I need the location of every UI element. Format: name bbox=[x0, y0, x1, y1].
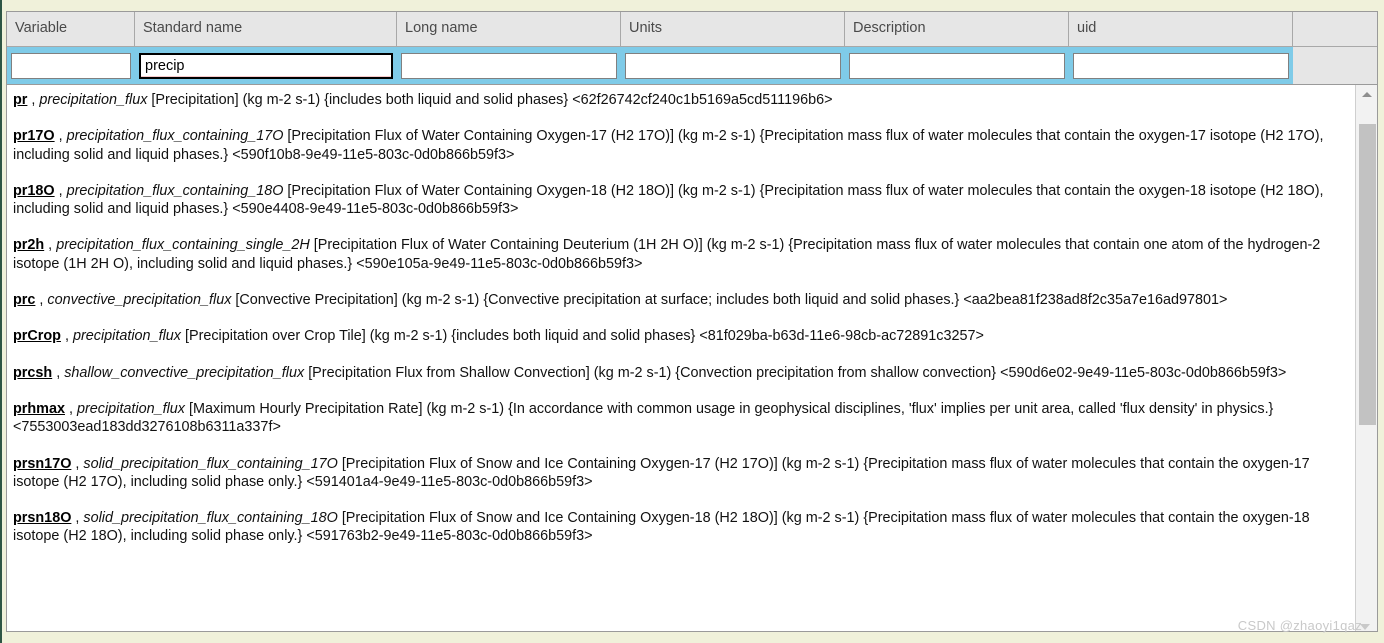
result-standard-name: solid_precipitation_flux_containing_18O bbox=[83, 510, 338, 527]
search-results-list: pr , precipitation_flux [Precipitation] … bbox=[7, 85, 1355, 631]
result-uid: <590e105a-9e49-11e5-803c-0d0b866b59f3> bbox=[356, 255, 643, 272]
result-standard-name: precipitation_flux bbox=[72, 328, 181, 345]
triangle-up-icon bbox=[1362, 92, 1372, 97]
filter-cell-description bbox=[845, 47, 1069, 84]
result-units: (kg m-2 s-1) bbox=[242, 92, 321, 108]
result-standard-name: solid_precipitation_flux_containing_17O bbox=[83, 455, 338, 472]
result-units: (kg m-2 s-1) bbox=[706, 237, 785, 254]
result-long-name: [Precipitation Flux of Water Containing … bbox=[287, 128, 674, 145]
filter-input-long_name[interactable] bbox=[401, 52, 617, 79]
filter-cell-standard_name bbox=[135, 47, 397, 84]
result-long-name: [Precipitation Flux from Shallow Convect… bbox=[308, 364, 590, 381]
variable-grid-header: Variable Standard name Long name Units Descr… bbox=[6, 11, 1378, 84]
result-standard-name: precipitation_flux_containing_single_2H bbox=[56, 237, 310, 254]
result-entry[interactable]: prsn18O , solid_precipitation_flux_conta… bbox=[13, 509, 1349, 546]
result-uid: <aa2bea81f238ad8f2c35a7e16ad97801> bbox=[963, 292, 1228, 309]
result-uid: <591763b2-9e49-11e5-803c-0d0b866b59f3> bbox=[306, 528, 593, 545]
result-description: {Convection precipitation from shallow c… bbox=[675, 364, 997, 381]
result-variable-name: pr18O bbox=[13, 182, 55, 199]
scroll-up-button[interactable] bbox=[1356, 85, 1377, 103]
filter-cell-variable bbox=[7, 47, 135, 84]
result-entry[interactable]: pr17O , precipitation_flux_containing_17… bbox=[13, 127, 1349, 164]
result-units: (kg m-2 s-1) bbox=[678, 182, 756, 199]
result-entry[interactable]: prsn17O , solid_precipitation_flux_conta… bbox=[13, 455, 1349, 492]
scrollbar-thumb[interactable] bbox=[1359, 124, 1376, 426]
result-standard-name: precipitation_flux bbox=[39, 92, 148, 108]
filter-input-units[interactable] bbox=[625, 52, 841, 79]
result-units: (kg m-2 s-1) bbox=[401, 292, 480, 309]
app-window: Variable Standard name Long name Units Descr… bbox=[0, 0, 1384, 643]
window-left-edge-rule bbox=[0, 0, 2, 643]
result-standard-name: precipitation_flux_containing_17O bbox=[66, 128, 284, 145]
filter-cell-long_name bbox=[397, 47, 621, 84]
result-entry[interactable]: prhmax , precipitation_flux [Maximum Hou… bbox=[13, 400, 1349, 437]
result-description: {In accordance with common usage in geop… bbox=[508, 400, 1274, 417]
result-variable-name: pr bbox=[13, 92, 28, 108]
result-long-name: [Precipitation Flux of Snow and Ice Cont… bbox=[341, 510, 778, 527]
result-units: (kg m-2 s-1) bbox=[781, 510, 860, 527]
result-long-name: [Precipitation] bbox=[151, 92, 239, 108]
filter-input-description[interactable] bbox=[849, 52, 1065, 79]
filter-input-uid[interactable] bbox=[1073, 52, 1289, 79]
column-header-row: Variable Standard name Long name Units Descr… bbox=[7, 12, 1377, 46]
result-units: (kg m-2 s-1) bbox=[593, 364, 672, 381]
result-entry[interactable]: prCrop , precipitation_flux [Precipitati… bbox=[13, 327, 1349, 345]
column-header-filler bbox=[1293, 12, 1377, 46]
result-standard-name: precipitation_flux_containing_18O bbox=[66, 182, 284, 199]
column-header-units[interactable]: Units bbox=[621, 12, 845, 46]
result-entry[interactable]: pr2h , precipitation_flux_containing_sin… bbox=[13, 236, 1349, 273]
filter-cell-filler bbox=[1293, 47, 1377, 84]
result-standard-name: precipitation_flux bbox=[76, 400, 185, 417]
result-units: (kg m-2 s-1) bbox=[781, 455, 860, 472]
result-entry[interactable]: pr , precipitation_flux [Precipitation] … bbox=[13, 91, 1349, 109]
result-uid: <590d6e02-9e49-11e5-803c-0d0b866b59f3> bbox=[1000, 364, 1287, 381]
result-long-name: [Maximum Hourly Precipitation Rate] bbox=[188, 400, 423, 417]
result-entry[interactable]: prcsh , shallow_convective_precipitation… bbox=[13, 364, 1349, 382]
result-description: {Convective precipitation at surface; in… bbox=[483, 292, 960, 309]
result-variable-name: prsn18O bbox=[13, 510, 72, 527]
result-variable-name: prcsh bbox=[13, 364, 53, 381]
column-header-description[interactable]: Description bbox=[845, 12, 1069, 46]
result-long-name: [Precipitation Flux of Water Containing … bbox=[287, 182, 674, 199]
result-uid: <590f10b8-9e49-11e5-803c-0d0b866b59f3> bbox=[232, 146, 515, 163]
result-long-name: [Precipitation Flux of Water Containing … bbox=[313, 237, 703, 254]
result-units: (kg m-2 s-1) bbox=[426, 400, 505, 417]
result-units: (kg m-2 s-1) bbox=[678, 128, 756, 145]
result-long-name: [Precipitation over Crop Tile] bbox=[184, 328, 366, 345]
result-variable-name: pr2h bbox=[13, 237, 45, 254]
result-variable-name: prCrop bbox=[13, 328, 61, 345]
result-long-name: [Convective Precipitation] bbox=[235, 292, 398, 309]
filter-input-variable[interactable] bbox=[11, 52, 131, 79]
results-vertical-scrollbar[interactable] bbox=[1355, 85, 1377, 631]
result-description: {includes both liquid and solid phases} bbox=[324, 92, 569, 108]
result-entry[interactable]: pr18O , precipitation_flux_containing_18… bbox=[13, 182, 1349, 219]
result-standard-name: convective_precipitation_flux bbox=[47, 292, 232, 309]
result-entry[interactable]: prc , convective_precipitation_flux [Con… bbox=[13, 291, 1349, 309]
search-results-panel: pr , precipitation_flux [Precipitation] … bbox=[6, 84, 1378, 632]
column-header-standard_name[interactable]: Standard name bbox=[135, 12, 397, 46]
filter-input-standard_name[interactable] bbox=[139, 52, 393, 79]
result-variable-name: prhmax bbox=[13, 400, 65, 417]
filter-cell-units bbox=[621, 47, 845, 84]
result-variable-name: pr17O bbox=[13, 128, 55, 145]
result-uid: <81f029ba-b63d-11e6-98cb-ac72891c3257> bbox=[699, 328, 984, 345]
result-uid: <7553003ead183dd3276108b6311a337f> bbox=[13, 419, 281, 436]
result-variable-name: prsn17O bbox=[13, 455, 72, 472]
column-header-uid[interactable]: uid bbox=[1069, 12, 1293, 46]
result-uid: <591401a4-9e49-11e5-803c-0d0b866b59f3> bbox=[306, 473, 593, 490]
column-header-long_name[interactable]: Long name bbox=[397, 12, 621, 46]
result-standard-name: shallow_convective_precipitation_flux bbox=[64, 364, 305, 381]
result-variable-name: prc bbox=[13, 292, 36, 309]
filter-cell-uid bbox=[1069, 47, 1293, 84]
column-filter-row[interactable] bbox=[7, 46, 1377, 84]
result-uid: <62f26742cf240c1b5169a5cd511196b6> bbox=[572, 92, 833, 108]
column-header-variable[interactable]: Variable bbox=[7, 12, 135, 46]
result-units: (kg m-2 s-1) bbox=[369, 328, 448, 345]
result-uid: <590e4408-9e49-11e5-803c-0d0b866b59f3> bbox=[232, 201, 519, 218]
result-long-name: [Precipitation Flux of Snow and Ice Cont… bbox=[341, 455, 778, 472]
result-description: {includes both liquid and solid phases} bbox=[451, 328, 696, 345]
